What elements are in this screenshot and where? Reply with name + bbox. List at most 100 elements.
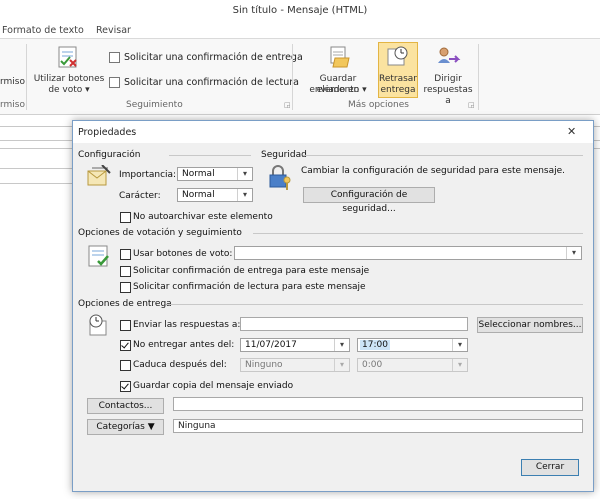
section-line <box>253 233 583 234</box>
dialog-launcher-icon[interactable]: ◲ <box>284 101 291 109</box>
deliver-date-value: 11/07/2017 <box>245 340 297 350</box>
importance-label: Importancia: <box>119 170 177 180</box>
ribbon-separator <box>292 44 293 110</box>
compose-line <box>0 168 72 169</box>
delay-delivery-label2[interactable]: entrega <box>376 85 420 96</box>
sensitivity-select[interactable]: Normal ▾ <box>177 188 253 202</box>
read-receipt-checkbox[interactable] <box>120 282 131 293</box>
no-autoarchive-label[interactable]: No autoarchivar este elemento <box>133 212 273 222</box>
window-title: Sin título - Mensaje (HTML) <box>232 5 368 16</box>
save-sent-label2[interactable]: enviado en ▾ <box>298 85 378 96</box>
security-settings-button[interactable]: Configuración de seguridad... <box>303 187 435 214</box>
clock-envelope-icon <box>387 46 408 66</box>
envelope-settings-icon <box>87 164 111 186</box>
security-icon-wrap <box>267 165 293 191</box>
voting-buttons-button[interactable] <box>56 45 80 69</box>
sensitivity-label: Carácter: <box>119 191 161 201</box>
expire-date-select[interactable]: Ninguno ▾ <box>240 358 350 372</box>
importance-select[interactable]: Normal ▾ <box>177 167 253 181</box>
voting-section-title: Opciones de votación y seguimiento <box>78 228 242 238</box>
dialog-titlebar <box>73 121 593 143</box>
partial-group-label: rmiso <box>0 100 26 110</box>
read-receipt-label[interactable]: Solicitar confirmación de lectura para e… <box>133 282 366 292</box>
security-description: Cambiar la configuración de seguridad pa… <box>301 166 566 176</box>
deliver-date-select[interactable]: 11/07/2017 ▾ <box>240 338 350 352</box>
delay-delivery-icon-wrap <box>386 45 410 69</box>
sensitivity-value: Normal <box>182 190 215 200</box>
delivery-receipt-label[interactable]: Solicitar confirmación de entrega para e… <box>133 266 369 276</box>
send-replies-checkbox[interactable] <box>120 320 131 331</box>
settings-icon-wrap <box>86 164 112 191</box>
chevron-down-icon: ▾ <box>452 339 467 351</box>
no-autoarchive-checkbox[interactable] <box>120 212 131 223</box>
categories-button[interactable]: Categorías ▼ <box>87 419 164 435</box>
save-copy-label[interactable]: Guardar copia del mensaje enviado <box>133 381 293 391</box>
close-icon[interactable]: ✕ <box>567 125 576 138</box>
save-copy-checkbox[interactable] <box>120 381 131 392</box>
window-titlebar: Sin título - Mensaje (HTML) <box>0 0 600 22</box>
voting-buttons-label2[interactable]: de voto ▾ <box>32 85 106 96</box>
do-not-deliver-checkbox[interactable] <box>120 340 131 351</box>
ribbon-separator <box>26 44 27 110</box>
contacts-button[interactable]: Contactos... <box>87 398 164 414</box>
expire-date-value: Ninguno <box>245 360 283 370</box>
expires-label[interactable]: Caduca después del: <box>133 360 227 370</box>
section-line <box>303 155 583 156</box>
compose-line <box>0 183 72 184</box>
section-line <box>169 155 251 156</box>
chevron-down-icon: ▾ <box>566 247 581 259</box>
chevron-down-icon: ▾ <box>237 168 252 180</box>
direct-replies-button[interactable] <box>435 45 461 71</box>
tab-formato-de-texto[interactable]: Formato de texto <box>2 25 84 36</box>
lock-icon <box>269 165 291 190</box>
chevron-down-icon: ▾ <box>452 359 467 371</box>
chevron-down-icon: ▾ <box>334 359 349 371</box>
clock-icon <box>89 314 107 336</box>
voting-buttons-label1[interactable]: Utilizar botones <box>32 74 106 85</box>
categories-value: Ninguna <box>178 421 216 431</box>
delivery-receipt-checkbox[interactable] <box>120 266 131 277</box>
use-voting-checkbox[interactable] <box>120 249 131 260</box>
direct-replies-icon <box>438 47 461 63</box>
send-replies-label[interactable]: Enviar las respuestas a: <box>133 320 240 330</box>
delay-delivery-label1[interactable]: Retrasar <box>376 74 420 85</box>
folder-save-icon <box>330 46 350 68</box>
deliver-time-select[interactable]: 17:00 ▾ <box>357 338 468 352</box>
save-sent-button[interactable] <box>327 44 353 70</box>
chevron-down-icon: ▾ <box>334 339 349 351</box>
dialog-title: Propiedades <box>78 127 137 138</box>
request-delivery-checkbox[interactable] <box>109 52 120 63</box>
direct-replies-label1[interactable]: Dirigir <box>420 74 476 85</box>
group-more-options-label: Más opciones <box>348 100 409 110</box>
categories-input[interactable]: Ninguna <box>173 419 583 433</box>
more-options-launcher-icon[interactable]: ◲ <box>468 101 475 109</box>
request-delivery-label[interactable]: Solicitar una confirmación de entrega <box>124 52 303 63</box>
delivery-section-title: Opciones de entrega <box>78 299 172 309</box>
close-button[interactable]: Cerrar <box>521 459 579 476</box>
properties-dialog: Propiedades ✕ Configuración Importancia:… <box>72 120 594 492</box>
settings-section-title: Configuración <box>78 150 141 160</box>
section-line <box>167 304 583 305</box>
request-read-label[interactable]: Solicitar una confirmación de lectura <box>124 77 299 88</box>
security-section-title: Seguridad <box>261 150 307 160</box>
importance-value: Normal <box>182 169 215 179</box>
group-tracking-label: Seguimiento <box>126 100 183 110</box>
ribbon-separator <box>478 44 479 110</box>
expire-time-select[interactable]: 0:00 ▾ <box>357 358 468 372</box>
chevron-down-icon: ▾ <box>237 189 252 201</box>
deliver-time-value: 17:00 <box>360 340 390 350</box>
replies-to-input[interactable] <box>240 317 468 331</box>
voting-buttons-select[interactable]: ▾ <box>234 246 582 260</box>
contacts-input[interactable] <box>173 397 583 411</box>
expire-time-value: 0:00 <box>362 360 383 370</box>
voting-checklist-icon <box>88 245 109 267</box>
voting-icon <box>58 46 77 68</box>
voting-section-icon-wrap <box>86 243 112 269</box>
request-read-checkbox[interactable] <box>109 77 120 88</box>
expires-checkbox[interactable] <box>120 360 131 371</box>
do-not-deliver-label[interactable]: No entregar antes del: <box>133 340 234 350</box>
use-voting-label[interactable]: Usar botones de voto: <box>133 249 232 259</box>
partial-button-label[interactable]: rmiso <box>0 77 25 88</box>
tab-revisar[interactable]: Revisar <box>96 25 131 36</box>
select-names-button[interactable]: Seleccionar nombres... <box>477 317 583 333</box>
